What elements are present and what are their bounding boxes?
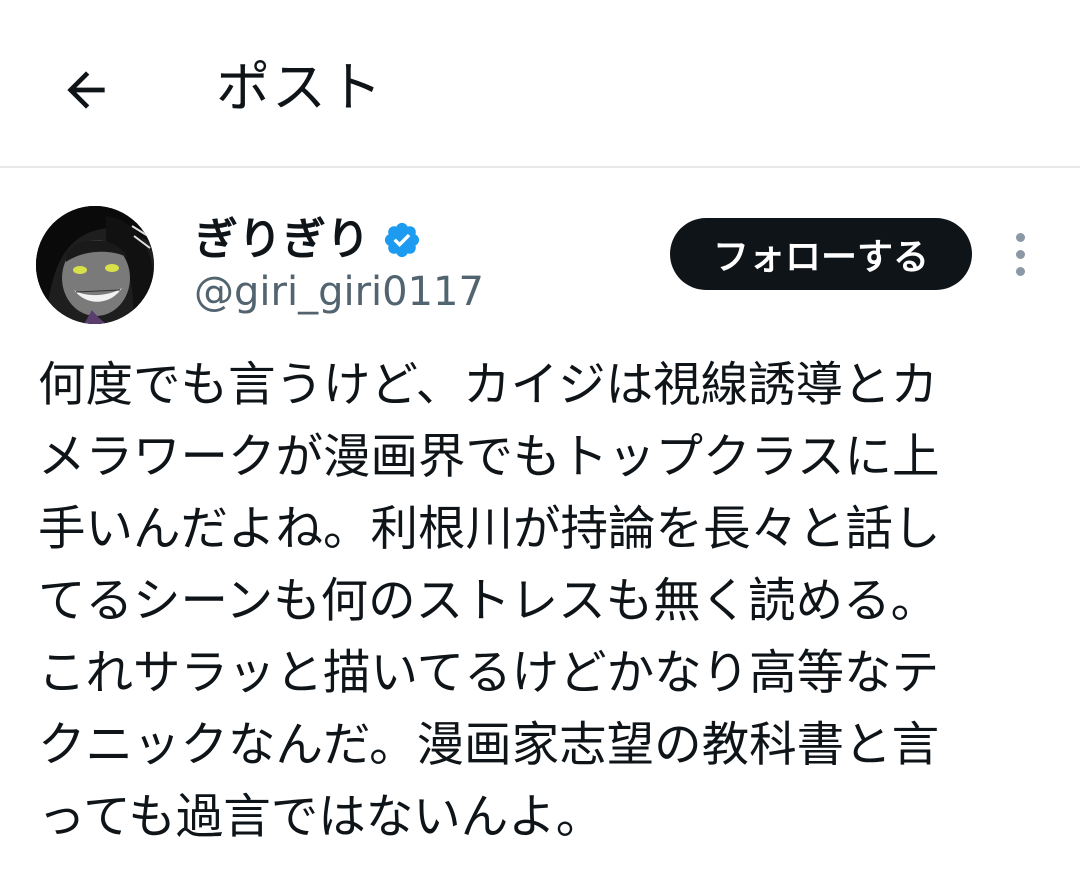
- user-handle[interactable]: @giri_giri0117: [194, 266, 484, 318]
- verified-badge-icon: [384, 222, 420, 258]
- more-vertical-icon[interactable]: [998, 224, 1042, 284]
- arrow-left-icon: [67, 71, 105, 109]
- name-row: ぎりぎり: [194, 212, 422, 268]
- follow-button[interactable]: フォローする: [670, 218, 972, 290]
- avatar[interactable]: [36, 206, 154, 324]
- page-title: ポスト: [216, 56, 384, 119]
- top-bar: ポスト: [0, 0, 1080, 168]
- dot: [1015, 266, 1025, 276]
- post-text: 何度でも言うけど、カイジは視線誘導とカ メラワークが漫画界でもトップクラスに上 …: [38, 358, 941, 845]
- dot: [1015, 249, 1025, 259]
- avatar-image: [36, 206, 154, 324]
- display-name[interactable]: ぎりぎり: [194, 212, 370, 268]
- author-row: ぎりぎり @giri_giri0117 フォローする: [0, 168, 1080, 328]
- back-button[interactable]: [50, 54, 122, 126]
- dot: [1015, 232, 1025, 242]
